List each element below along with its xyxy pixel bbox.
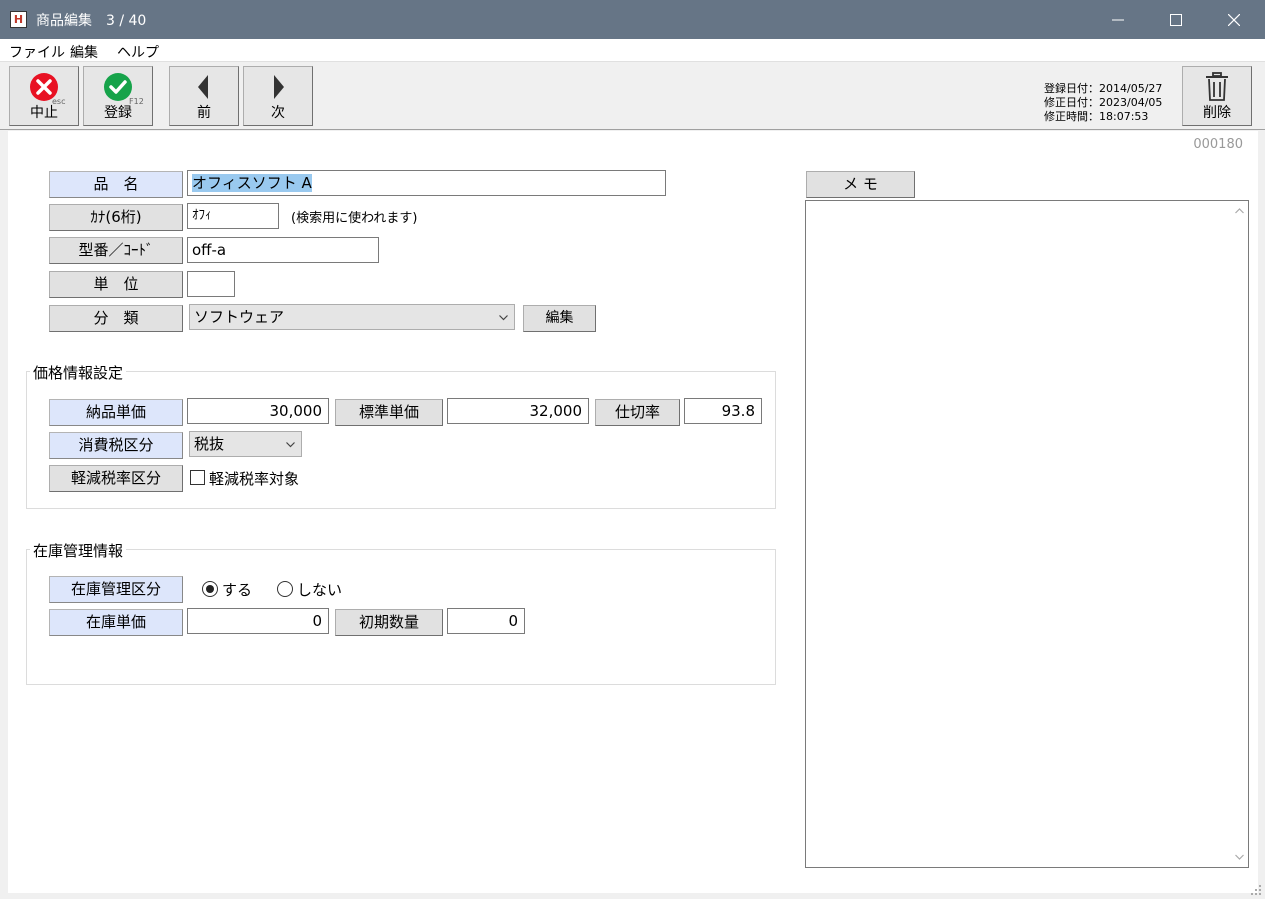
tax-type-select[interactable]: 税抜 bbox=[189, 431, 302, 457]
arrow-left-icon bbox=[198, 75, 208, 99]
modified-time: 修正時間：18:07:53 bbox=[1044, 110, 1149, 123]
maximize-icon bbox=[1170, 13, 1182, 26]
menu-help[interactable]: ヘルプ bbox=[117, 42, 159, 62]
date-info: 登録日付：2014/05/27 修正日付：2023/04/05 修正時間：18:… bbox=[1044, 82, 1162, 124]
rate-label[interactable]: 仕切率 bbox=[595, 399, 680, 426]
app-icon: H bbox=[10, 11, 27, 28]
radio-dot bbox=[206, 585, 214, 593]
resize-grip-icon[interactable] bbox=[1249, 883, 1263, 897]
reduced-tax-checkbox[interactable] bbox=[190, 470, 205, 485]
prev-label: 前 bbox=[197, 105, 211, 121]
memo-label[interactable]: メ モ bbox=[806, 171, 915, 198]
name-value: オフィスソフト A bbox=[192, 174, 312, 192]
category-label[interactable]: 分 類 bbox=[49, 305, 183, 332]
stock-group-title: 在庫管理情報 bbox=[30, 540, 127, 561]
standard-price-input[interactable]: 32,000 bbox=[447, 398, 589, 424]
scroll-up-icon[interactable] bbox=[1235, 208, 1244, 214]
initial-qty-label[interactable]: 初期数量 bbox=[335, 609, 443, 636]
stock-manage-label[interactable]: 在庫管理区分 bbox=[49, 576, 183, 603]
reduced-tax-label[interactable]: 軽減税率区分 bbox=[49, 465, 183, 492]
name-label[interactable]: 品 名 bbox=[49, 171, 183, 198]
register-button[interactable]: F12 登録 bbox=[83, 66, 153, 126]
minimize-icon bbox=[1112, 19, 1124, 20]
stock-unit-price-label[interactable]: 在庫単価 bbox=[49, 609, 183, 636]
close-button[interactable] bbox=[1205, 0, 1263, 39]
form-panel: 000180 品 名 オフィスソフト A ｶﾅ(6桁) ｵﾌｨ (検索用に使われ… bbox=[8, 131, 1258, 893]
chevron-down-icon bbox=[286, 442, 295, 448]
code-label[interactable]: 型番／ｺｰﾄﾞ bbox=[49, 237, 183, 264]
delete-label: 削除 bbox=[1203, 105, 1231, 121]
next-button[interactable]: 次 bbox=[243, 66, 313, 126]
registered-date: 登録日付：2014/05/27 bbox=[1044, 82, 1163, 95]
window-title: 商品編集 3 / 40 bbox=[36, 10, 146, 30]
window-title-text: 商品編集 bbox=[36, 13, 92, 29]
cancel-label: 中止 bbox=[30, 105, 58, 121]
category-value: ソフトウェア bbox=[194, 308, 285, 326]
cancel-button[interactable]: esc 中止 bbox=[9, 66, 79, 126]
initial-qty-input[interactable]: 0 bbox=[447, 608, 525, 634]
memo-textarea[interactable] bbox=[805, 200, 1249, 868]
stock-manage-yes-radio[interactable] bbox=[202, 581, 218, 597]
standard-price-label[interactable]: 標準単価 bbox=[335, 399, 443, 426]
delivery-price-input[interactable]: 30,000 bbox=[187, 398, 329, 424]
menu-bar: ファイル 編集 ヘルプ bbox=[0, 39, 1265, 62]
record-position: 3 / 40 bbox=[106, 13, 147, 29]
next-label: 次 bbox=[271, 105, 285, 121]
chevron-down-icon bbox=[499, 315, 508, 321]
arrow-right-icon bbox=[274, 75, 284, 99]
menu-edit[interactable]: 編集 bbox=[70, 42, 98, 62]
stock-manage-yes-label: する bbox=[222, 581, 253, 599]
menu-file[interactable]: ファイル bbox=[9, 42, 65, 62]
register-label: 登録 bbox=[104, 105, 132, 121]
delete-button[interactable]: 削除 bbox=[1182, 66, 1252, 126]
close-icon bbox=[1228, 13, 1240, 26]
code-input[interactable]: off-a bbox=[187, 237, 379, 263]
delivery-price-label[interactable]: 納品単価 bbox=[49, 399, 183, 426]
kana-input[interactable]: ｵﾌｨ bbox=[187, 203, 279, 229]
minimize-button[interactable] bbox=[1089, 0, 1147, 39]
tax-type-value: 税抜 bbox=[194, 435, 225, 453]
maximize-button[interactable] bbox=[1147, 0, 1205, 39]
stock-manage-no-radio[interactable] bbox=[277, 581, 293, 597]
name-input[interactable]: オフィスソフト A bbox=[187, 170, 666, 196]
reduced-tax-checkbox-label: 軽減税率対象 bbox=[209, 470, 300, 488]
memo-scrollbar[interactable] bbox=[1231, 201, 1248, 867]
trash-icon bbox=[1206, 72, 1228, 101]
category-select[interactable]: ソフトウェア bbox=[189, 304, 515, 330]
record-number: 000180 bbox=[1193, 137, 1243, 152]
stock-unit-price-input[interactable]: 0 bbox=[187, 608, 329, 634]
rate-input[interactable]: 93.8 bbox=[684, 398, 762, 424]
tax-type-label[interactable]: 消費税区分 bbox=[49, 432, 183, 459]
unit-label[interactable]: 単 位 bbox=[49, 271, 183, 298]
prev-button[interactable]: 前 bbox=[169, 66, 239, 126]
category-edit-button[interactable]: 編集 bbox=[523, 305, 596, 332]
scroll-down-icon[interactable] bbox=[1235, 854, 1244, 860]
title-bar: H 商品編集 3 / 40 bbox=[0, 0, 1265, 39]
toolbar: esc 中止 F12 登録 前 次 登録日付：2014/05/27 修正日付：2… bbox=[0, 62, 1265, 130]
modified-date: 修正日付：2023/04/05 bbox=[1044, 96, 1163, 109]
kana-note: (検索用に使われます) bbox=[291, 211, 418, 226]
kana-label[interactable]: ｶﾅ(6桁) bbox=[49, 204, 183, 231]
unit-input[interactable] bbox=[187, 271, 235, 297]
price-group-title: 価格情報設定 bbox=[30, 362, 127, 383]
stock-manage-no-label: しない bbox=[297, 581, 343, 599]
